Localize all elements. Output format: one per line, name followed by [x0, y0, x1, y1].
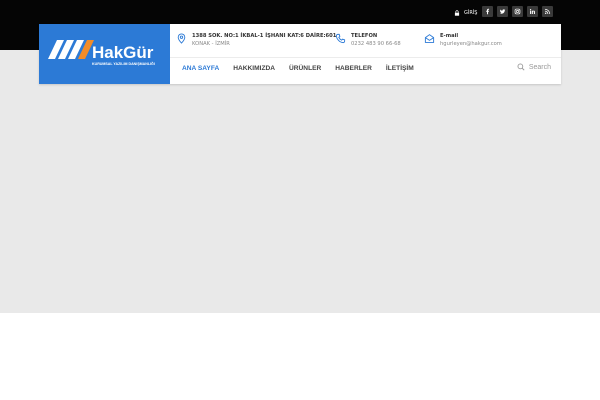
hakgur-logo: HakGür KURUMSAL YAZILIM DANIŞMANLIĞI	[39, 24, 170, 84]
rss-link[interactable]	[542, 6, 553, 17]
search-placeholder: Search	[528, 63, 551, 71]
logo-brand-text: HakGür	[92, 43, 154, 62]
instagram-link[interactable]	[512, 6, 523, 17]
rss-icon	[544, 8, 551, 15]
location-pin-icon	[177, 33, 186, 44]
instagram-icon	[514, 8, 521, 15]
linkedin-icon	[529, 9, 535, 14]
nav-item-news[interactable]: HABERLER	[335, 65, 372, 72]
social-links	[482, 6, 553, 17]
envelope-icon	[424, 34, 435, 43]
nav-item-products[interactable]: ÜRÜNLER	[289, 65, 321, 72]
address-title: 1388 SOK. NO:1 İKBAL-1 İŞHANI KAT:6 DAİR…	[192, 33, 337, 39]
email-address[interactable]: hgurleyen@hakgur.com	[440, 41, 502, 47]
main-nav: ANA SAYFA HAKKIMIZDA ÜRÜNLER HABERLER İL…	[182, 65, 414, 72]
header-divider	[170, 57, 561, 58]
logo-tagline-text: KURUMSAL YAZILIM DANIŞMANLIĞI	[92, 61, 155, 66]
twitter-link[interactable]	[497, 6, 508, 17]
search-box[interactable]: Search	[517, 63, 551, 71]
phone-title: TELEFON	[351, 33, 378, 39]
nav-item-home[interactable]: ANA SAYFA	[182, 65, 219, 72]
login-label: GİRİŞ	[464, 10, 478, 16]
phone-icon	[335, 33, 346, 44]
email-title: E-mail	[440, 33, 459, 39]
site-header: HakGür KURUMSAL YAZILIM DANIŞMANLIĞI 138…	[39, 24, 561, 84]
login-link[interactable]: GİRİŞ	[454, 8, 477, 18]
phone-block: TELEFON 0232 483 90 66-68	[335, 33, 401, 53]
address-block: 1388 SOK. NO:1 İKBAL-1 İŞHANI KAT:6 DAİR…	[176, 33, 336, 53]
facebook-link[interactable]	[482, 6, 493, 17]
linkedin-link[interactable]	[527, 6, 538, 17]
lock-icon	[454, 10, 460, 16]
hero-area	[0, 50, 600, 313]
phone-number[interactable]: 0232 483 90 66-68	[351, 41, 401, 47]
site-logo[interactable]: HakGür KURUMSAL YAZILIM DANIŞMANLIĞI	[39, 24, 170, 84]
twitter-icon	[499, 9, 506, 14]
facebook-icon	[486, 8, 490, 15]
email-block: E-mail hgurleyen@hakgur.com	[424, 33, 502, 53]
address-sub: KONAK - İZMİR	[192, 41, 230, 47]
search-icon	[517, 63, 525, 71]
nav-item-about[interactable]: HAKKIMIZDA	[233, 65, 275, 72]
nav-item-contact[interactable]: İLETİŞİM	[386, 65, 414, 72]
